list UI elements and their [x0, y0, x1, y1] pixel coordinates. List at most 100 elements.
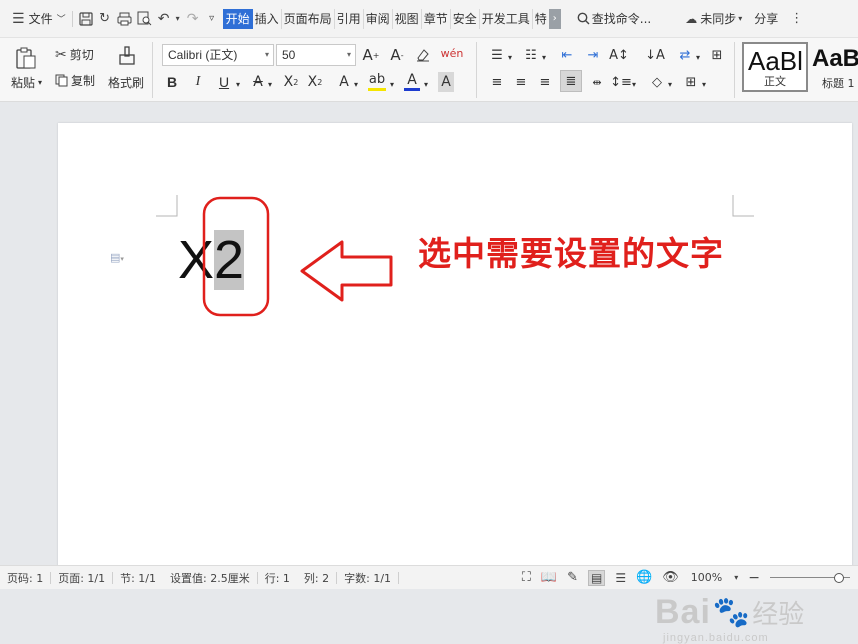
edit-mode-icon[interactable]: ✎	[567, 570, 578, 585]
phonetic-guide-icon[interactable]: wén	[441, 43, 464, 63]
watermark: Bai 🐾 经验 jingyan.baidu.com	[655, 593, 804, 644]
chevron-down-icon[interactable]: ▾	[700, 74, 708, 94]
superscript-icon[interactable]: X2	[282, 72, 300, 92]
file-menu[interactable]: ☰ 文件 ﹀	[10, 8, 68, 30]
sync-button[interactable]: ☁ 未同步 ▾	[683, 8, 744, 30]
align-right-icon[interactable]: ≡	[536, 72, 554, 92]
align-left-icon[interactable]: ≡	[488, 72, 506, 92]
borders-icon[interactable]: ⊞	[682, 72, 700, 92]
eye-protection-icon[interactable]: 👁	[662, 570, 679, 585]
menu-bar: ☰ 文件 ﹀ ↻ ↶ ▾ ↷ ▿ 开始 插入 页面布局 引用 审阅 视图 章节 安全 开发工具特…	[0, 0, 858, 38]
tab-2[interactable]: 页面布局	[282, 8, 335, 29]
sort-icon[interactable]: ↓A	[645, 45, 665, 65]
print-preview-icon[interactable]	[135, 11, 155, 26]
tab-3[interactable]: 引用	[335, 8, 364, 29]
increase-indent-icon[interactable]: ⇥	[584, 45, 602, 65]
print-icon[interactable]	[115, 12, 135, 26]
chevron-down-icon[interactable]: ▾	[234, 74, 242, 94]
fullscreen-icon[interactable]: ⛶	[522, 570, 531, 585]
paste-button[interactable]: 粘贴 ▾	[11, 74, 42, 91]
zoom-slider[interactable]	[770, 572, 850, 583]
shading-icon[interactable]: ◇	[648, 72, 666, 92]
zoom-level[interactable]: 100%	[689, 571, 724, 584]
text-direction-icon[interactable]: A↕	[609, 45, 629, 65]
bullet-list-icon[interactable]: ☰	[488, 45, 506, 65]
tab-9[interactable]: 特	[533, 9, 549, 29]
tab-0[interactable]: 开始	[222, 8, 253, 29]
status-word-count[interactable]: 字数: 1/1	[337, 570, 398, 586]
web-view-icon[interactable]: 🌐	[636, 570, 652, 585]
status-setting[interactable]: 设置值: 2.5厘米	[163, 570, 257, 586]
redo-icon[interactable]: ↷	[183, 11, 203, 27]
undo-history-icon[interactable]: ↻	[95, 11, 115, 26]
decrease-indent-icon[interactable]: ⇤	[558, 45, 576, 65]
command-search[interactable]: 查找命令...	[575, 8, 653, 30]
tab-4[interactable]: 审阅	[364, 8, 393, 29]
style-label: 正文	[764, 75, 786, 88]
tab-5[interactable]: 视图	[393, 8, 422, 29]
underline-button[interactable]: U	[216, 72, 232, 92]
tab-scroll-right-icon[interactable]: ›	[548, 8, 561, 29]
chevron-down-icon[interactable]: ▾	[173, 14, 183, 23]
save-icon[interactable]	[77, 11, 95, 26]
table-layout-icon[interactable]: ⊞	[708, 45, 726, 65]
tab-1[interactable]: 插入	[253, 8, 282, 29]
chevron-down-icon[interactable]: ▾	[734, 573, 738, 582]
paragraph-options-icon[interactable]: ▤▾	[110, 251, 124, 264]
status-page-number[interactable]: 页码: 1	[0, 570, 50, 586]
zoom-out-icon[interactable]: −	[748, 570, 760, 586]
strikethrough-icon[interactable]: A	[250, 72, 266, 92]
status-column[interactable]: 列: 2	[297, 570, 336, 586]
status-line[interactable]: 行: 1	[258, 570, 297, 586]
chevron-down-icon[interactable]: ▾	[266, 74, 274, 94]
character-shading-icon[interactable]: A	[438, 72, 454, 92]
bold-button[interactable]: B	[164, 72, 180, 92]
chevron-down-icon[interactable]: ▾	[694, 47, 702, 67]
font-name-select[interactable]: Calibri (正文) ▾	[162, 44, 274, 66]
style-heading-1[interactable]: AaB 标题 1	[808, 42, 858, 92]
distribute-icon[interactable]: ⇄	[676, 45, 694, 65]
increase-font-icon[interactable]: A +	[362, 45, 380, 65]
status-pages[interactable]: 页面: 1/1	[51, 570, 112, 586]
format-painter-icon[interactable]	[116, 44, 138, 68]
share-button[interactable]: 分享	[752, 8, 780, 30]
line-spacing-icon[interactable]: ↕≡	[610, 72, 632, 92]
outline-view-icon[interactable]: ☰	[615, 571, 626, 585]
chevron-down-icon[interactable]: ▾	[388, 74, 396, 94]
decrease-font-icon[interactable]: A-	[388, 45, 406, 65]
chevron-down-icon[interactable]: ▾	[422, 74, 430, 94]
copy-button[interactable]: 复制	[55, 72, 95, 89]
italic-button[interactable]: I	[190, 72, 206, 92]
undo-icon[interactable]: ↶	[155, 11, 173, 27]
tab-8[interactable]: 开发工具	[480, 8, 533, 29]
zoom-slider-handle[interactable]	[834, 572, 844, 583]
text-effect-icon[interactable]: A	[336, 72, 352, 92]
tab-6[interactable]: 章节	[422, 8, 451, 29]
align-center-icon[interactable]: ≡	[512, 72, 530, 92]
watermark-url: jingyan.baidu.com	[663, 632, 769, 644]
style-normal[interactable]: AaBl 正文	[742, 42, 808, 92]
chevron-down-icon[interactable]: ▾	[666, 74, 674, 94]
status-section[interactable]: 节: 1/1	[113, 570, 163, 586]
chevron-down-icon[interactable]: ▾	[506, 47, 514, 67]
paste-icon[interactable]	[14, 46, 38, 72]
justify-icon[interactable]: ≣	[560, 70, 582, 92]
chevron-down-icon[interactable]: ▾	[630, 74, 638, 94]
chevron-down-icon[interactable]: ▾	[540, 47, 548, 67]
format-painter-button[interactable]: 格式刷	[108, 74, 144, 91]
subscript-icon[interactable]: X2	[306, 72, 324, 92]
page-view-icon[interactable]: ▤	[587, 569, 606, 586]
cut-button[interactable]: ✂ 剪切	[55, 46, 94, 63]
numbered-list-icon[interactable]: ☷	[522, 45, 540, 65]
font-size-select[interactable]: 50 ▾	[276, 44, 356, 66]
clear-format-icon[interactable]	[414, 45, 432, 65]
document-page[interactable]: ▤▾ X2 选中需要设置的文字	[58, 123, 852, 573]
more-options-icon[interactable]: ⋮	[790, 11, 803, 26]
tab-7[interactable]: 安全	[451, 8, 480, 29]
chevron-down-icon[interactable]: ▾	[352, 74, 360, 94]
customize-dropdown-icon[interactable]: ▿	[203, 13, 221, 24]
reading-mode-icon[interactable]: 📖	[541, 570, 557, 585]
font-color-icon[interactable]: A	[404, 71, 420, 91]
highlight-icon[interactable]: ab	[368, 71, 386, 91]
distributed-align-icon[interactable]: ⇹	[588, 72, 606, 92]
